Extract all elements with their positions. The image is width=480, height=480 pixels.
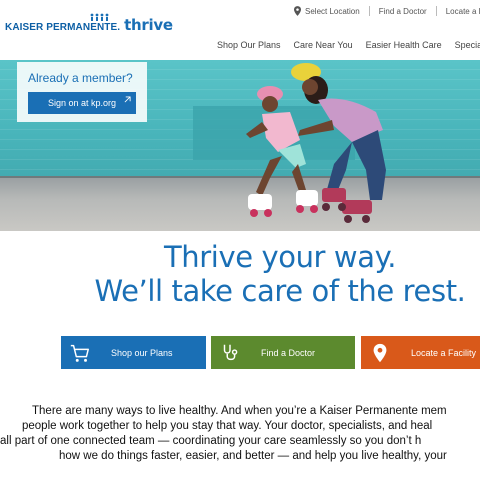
nav-divider [435,6,437,16]
nav-easier-health-care[interactable]: Easier Health Care [366,40,442,50]
intro-line: all part of one connected team — coordin… [0,435,422,447]
site-header: KAISER PERMANENTE. thrive Select Locatio… [0,0,480,58]
child-figure [246,86,318,217]
select-location-link[interactable]: Select Location [294,6,360,16]
locate-a-facility-label: Locate a Facility [411,347,477,358]
shopping-cart-icon [70,344,89,362]
find-a-doctor-label: Find a Doctor [261,347,316,358]
main-nav: Shop Our Plans Care Near You Easier Heal… [217,40,480,50]
nav-shop-our-plans[interactable]: Shop Our Plans [217,40,281,50]
find-a-doctor-button[interactable]: Find a Doctor [211,336,355,369]
logo-people-icon [90,13,109,21]
intro-line: There are many ways to live healthy. And… [32,405,447,417]
select-location-label: Select Location [305,6,360,16]
intro-line: people work together to help you stay th… [22,420,433,432]
locate-a-facility-button[interactable]: Locate a Facility [361,336,480,369]
locate-facility-link[interactable]: Locate a Facility [446,7,480,16]
signon-button[interactable]: Sign on at kp.org [28,92,136,114]
member-signon-panel: Already a member? Sign on at kp.org [17,62,147,122]
intro-paragraph: There are many ways to live healthy. And… [0,402,480,466]
headline-line-1: Thrive your way. [163,240,397,274]
headline-line-2: We’ll take care of the rest. [94,274,466,308]
nav-specialty-care[interactable]: Specialty C [455,40,480,50]
nav-care-near-you[interactable]: Care Near You [294,40,353,50]
utility-nav: Select Location Find a Doctor Locate a F… [294,6,480,16]
member-title: Already a member? [28,71,133,85]
location-pin-icon [294,6,301,16]
shop-our-plans-label: Shop our Plans [111,347,173,358]
shop-our-plans-button[interactable]: Shop our Plans [61,336,206,369]
stethoscope-icon [223,344,238,360]
signon-label: Sign on at kp.org [47,98,117,108]
find-doctor-link[interactable]: Find a Doctor [379,7,427,16]
intro-line: how we do things faster, easier, and bet… [59,450,447,462]
external-link-icon [124,96,131,103]
hero-headline: Thrive your way. We’ll take care of the … [0,240,480,308]
logo-brand-text: KAISER PERMANENTE. [5,22,121,33]
logo-thrive-text: thrive [124,16,173,34]
kaiser-thrive-logo[interactable]: KAISER PERMANENTE. thrive [5,13,173,34]
location-pin-icon [373,343,387,362]
nav-divider [368,6,370,16]
hero-banner: Already a member? Sign on at kp.org [0,60,480,231]
